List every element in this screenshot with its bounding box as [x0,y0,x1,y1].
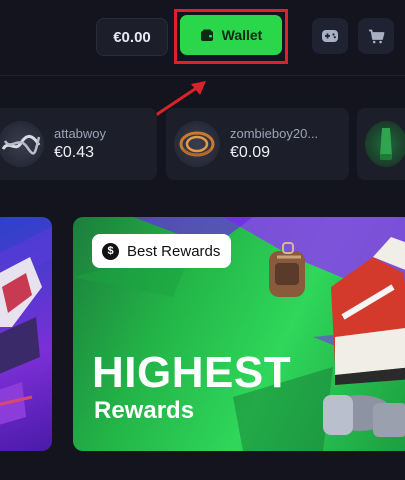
drop-username: attabwoy [54,126,107,141]
promo-headline: HIGHEST [92,348,292,397]
drop-card[interactable] [357,108,405,180]
best-rewards-badge: $ Best Rewards [92,234,232,268]
item-thumbnail [365,121,405,167]
wallet-button-label: Wallet [221,27,263,43]
drop-username: zombieboy20... [230,126,319,141]
gamepad-button[interactable] [312,18,348,54]
promo-banner[interactable]: $ Best Rewards HIGHEST Rewards [73,217,405,451]
promo-banner-previous[interactable] [0,217,52,451]
item-thumbnail [174,121,220,167]
drop-price: €0.09 [230,144,271,161]
promo-subline: Rewards [94,397,195,424]
recent-drops-bar: attabwoy €0.43 zombieboy20... €0.09 [0,108,405,180]
banner-weapon-art [0,227,52,425]
gamepad-icon [321,29,339,43]
drop-price: €0.43 [54,144,95,161]
balance-display[interactable]: €0.00 [96,18,168,56]
cart-icon [368,29,385,44]
top-bar: €0.00 Wallet [0,0,405,76]
badge-label: Best Rewards [127,242,221,260]
item-thumbnail [0,121,44,167]
wallet-icon [200,29,214,42]
dollar-coin-icon: $ [102,242,119,260]
wallet-button[interactable]: Wallet [180,15,282,55]
drop-card[interactable]: zombieboy20... €0.09 [166,108,349,180]
drop-card[interactable]: attabwoy €0.43 [0,108,157,180]
cart-button[interactable] [358,18,394,54]
